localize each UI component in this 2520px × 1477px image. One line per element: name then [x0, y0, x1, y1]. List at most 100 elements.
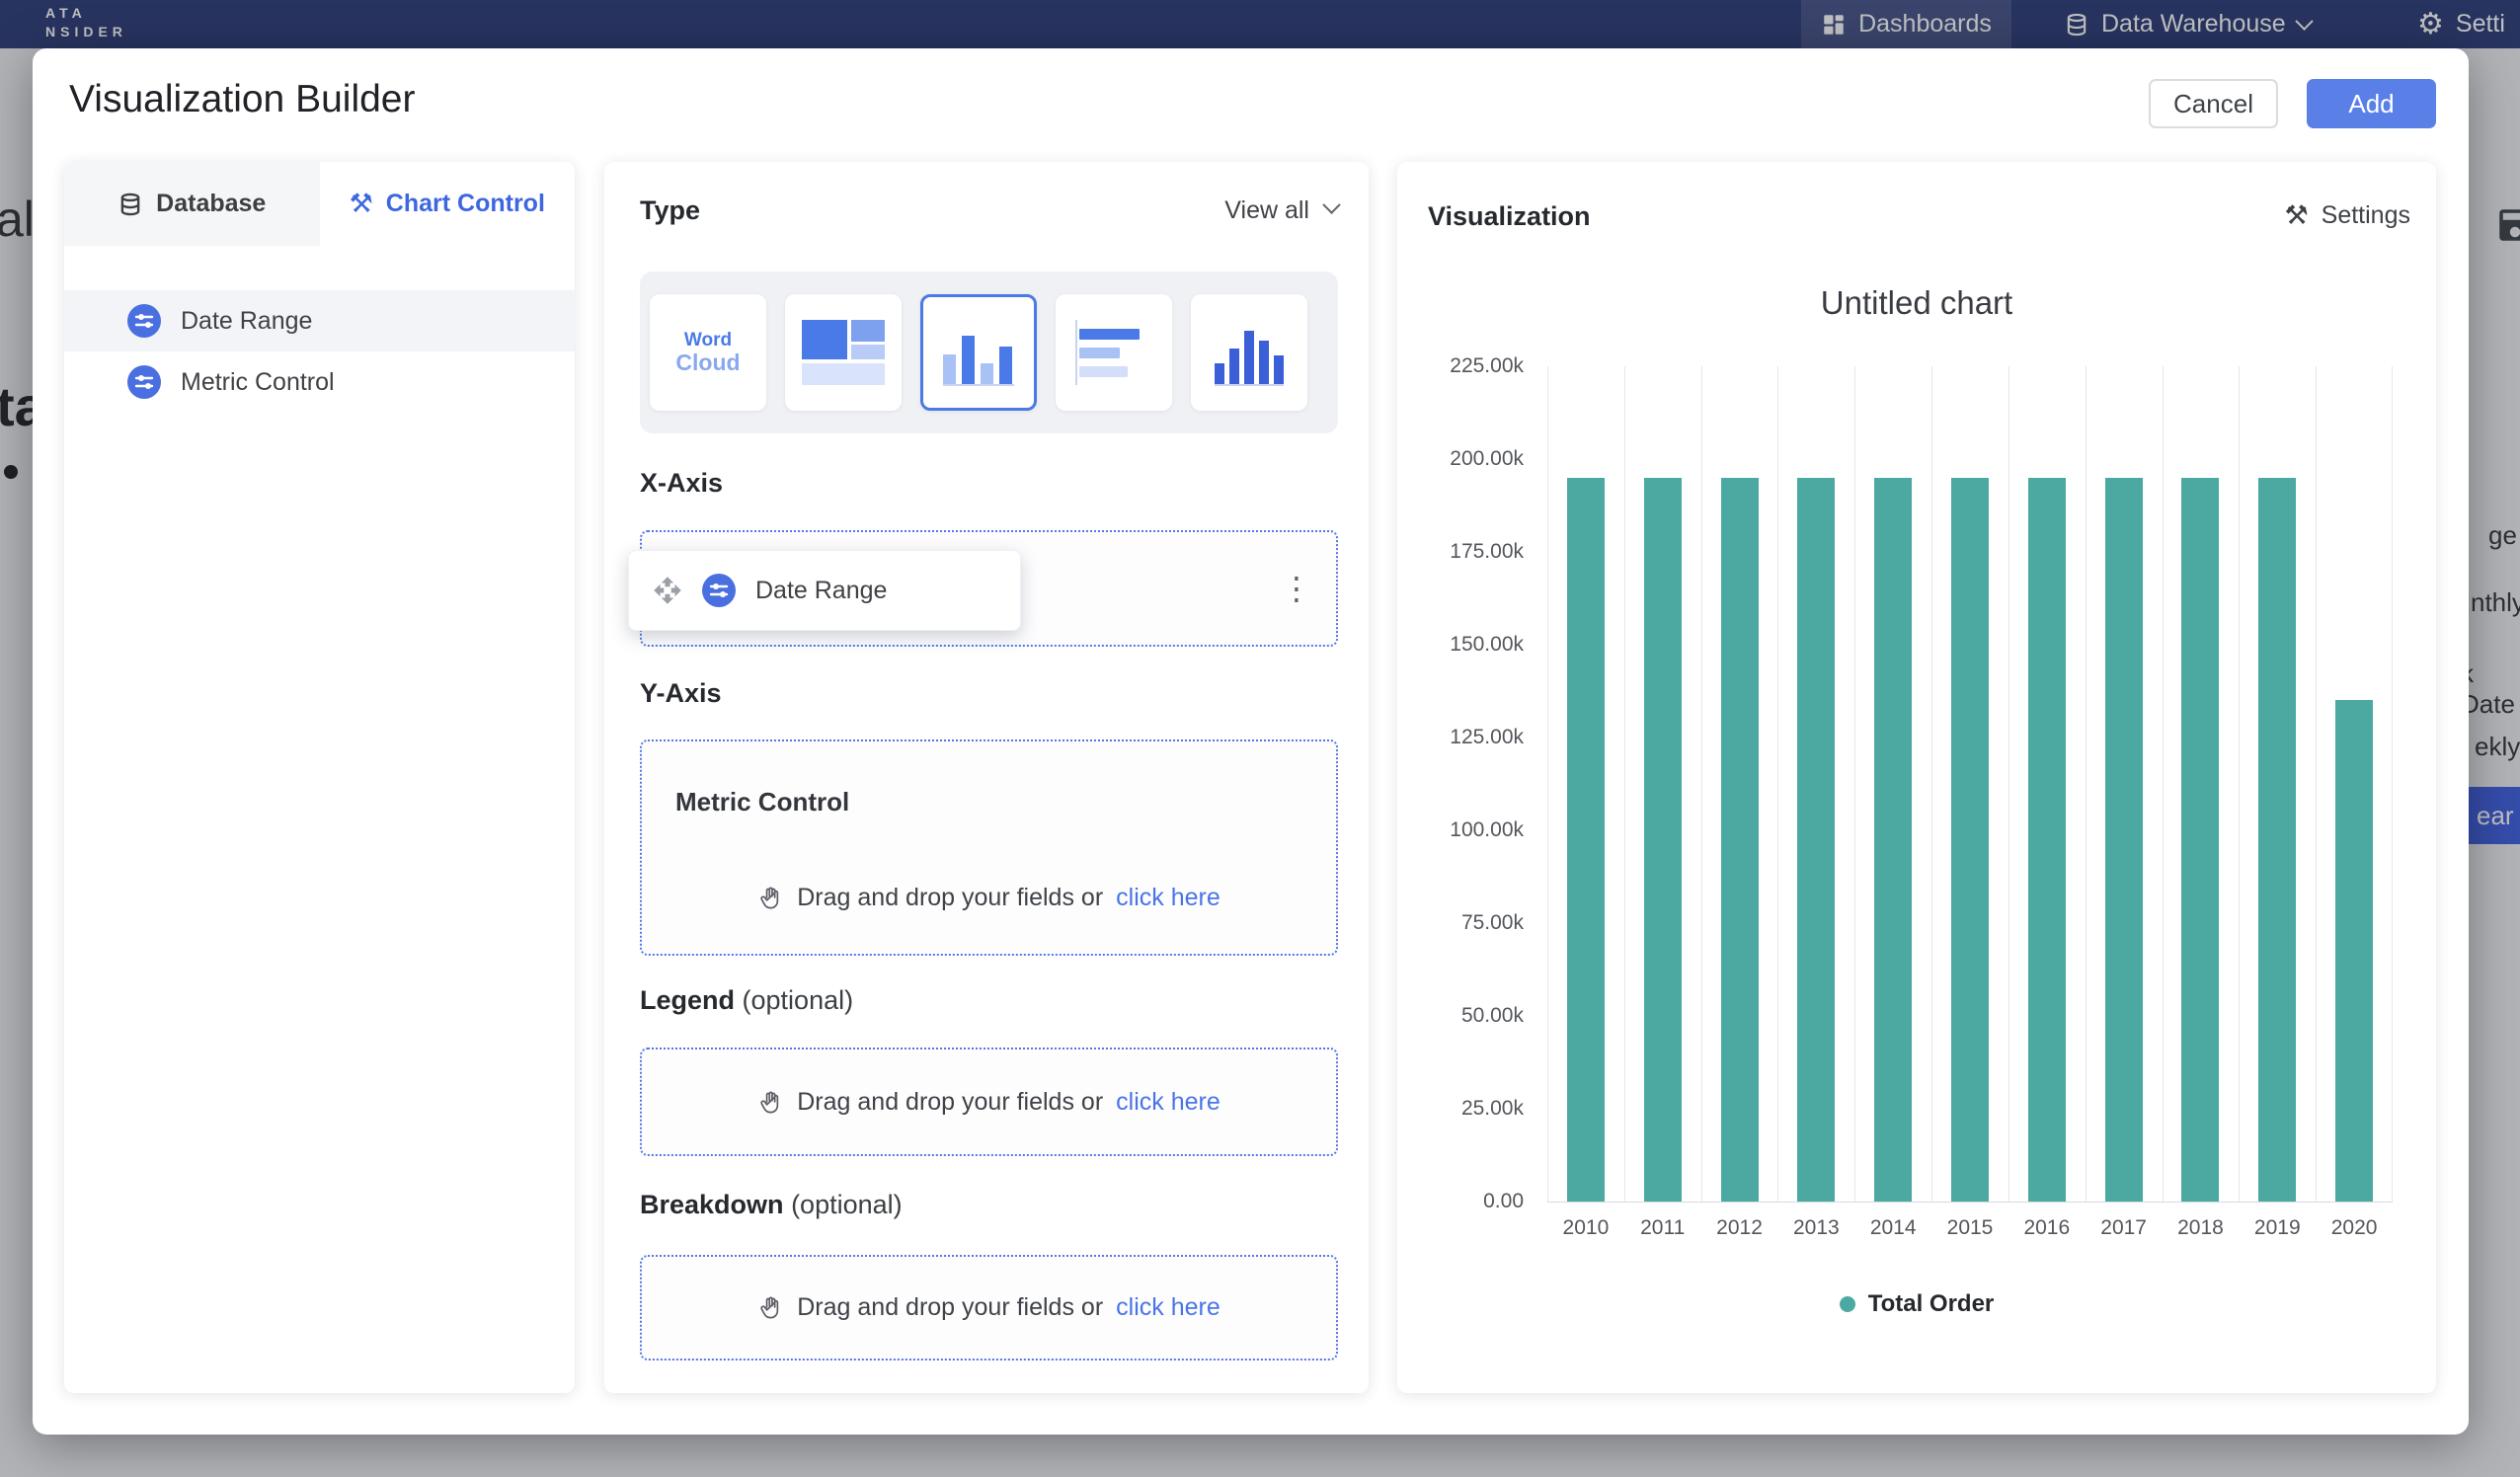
visualization-builder-modal: Visualization Builder Cancel Add Databas…	[33, 48, 2469, 1435]
placeholder-text: Drag and drop your fields or	[797, 1293, 1103, 1322]
field-item-label: Date Range	[181, 307, 312, 336]
view-all-dropdown[interactable]: View all	[1224, 196, 1338, 225]
y-tick: 50.00k	[1461, 1004, 1524, 1028]
click-here-link[interactable]: click here	[1116, 1293, 1221, 1322]
chart-type-treemap[interactable]	[785, 294, 902, 411]
bar-2011	[1644, 478, 1682, 1202]
x-tick: 2017	[2100, 1216, 2147, 1240]
bar-2012	[1721, 478, 1759, 1202]
horizontal-bar-icon	[1075, 320, 1152, 385]
add-button[interactable]: Add	[2307, 79, 2436, 128]
gridline	[2163, 366, 2164, 1202]
chart-settings-button[interactable]: ⚒ Settings	[2284, 201, 2410, 230]
y-axis-field-label: Metric Control	[675, 787, 849, 817]
more-options-icon[interactable]: ⋮	[1281, 573, 1312, 604]
cancel-button[interactable]: Cancel	[2149, 79, 2278, 128]
gridline	[2239, 366, 2240, 1202]
y-tick: 75.00k	[1461, 911, 1524, 935]
bar-2013	[1797, 478, 1835, 1202]
chart-type-word-cloud[interactable]: Word Cloud	[650, 294, 766, 411]
y-tick: 175.00k	[1450, 540, 1524, 564]
click-here-link[interactable]: click here	[1116, 1088, 1221, 1117]
x-tick: 2015	[1947, 1216, 1994, 1240]
chart-title: Untitled chart	[1397, 284, 2436, 322]
chart-type-bar-chart-selected[interactable]	[920, 294, 1037, 411]
chart-type-column-chart[interactable]	[1191, 294, 1307, 411]
y-tick: 225.00k	[1450, 354, 1524, 378]
drag-hand-icon	[757, 885, 784, 911]
breakdown-optional-text: (optional)	[791, 1190, 903, 1219]
modal-title: Visualization Builder	[69, 78, 416, 121]
legend-dot	[1840, 1296, 1855, 1312]
drag-hand-icon	[757, 1294, 784, 1321]
x-axis-section-label: X-Axis	[640, 468, 723, 499]
y-tick: 150.00k	[1450, 633, 1524, 657]
field-item-date-range[interactable]: Date Range	[64, 290, 575, 351]
fields-panel: Database ⚒ Chart Control Date Range Metr…	[64, 162, 575, 1393]
bar-2019	[2258, 478, 2296, 1202]
x-axis-dropzone[interactable]: Date Range ⋮	[640, 530, 1338, 647]
drop-placeholder: Drag and drop your fields or click here	[757, 1088, 1220, 1117]
x-tick: 2020	[2331, 1216, 2378, 1240]
word-cloud-icon: Word Cloud	[675, 331, 740, 374]
bar-2020	[2335, 700, 2373, 1202]
word-cloud-word: Cloud	[675, 350, 740, 374]
x-tick: 2010	[1563, 1216, 1610, 1240]
legend-optional-text: (optional)	[743, 985, 854, 1015]
visualization-header-label: Visualization	[1428, 201, 1591, 232]
gridline	[1777, 366, 1778, 1202]
database-icon	[118, 192, 143, 217]
placeholder-text: Drag and drop your fields or	[797, 1088, 1103, 1117]
chart-type-picker: Word Cloud	[640, 272, 1338, 433]
x-tick: 2012	[1716, 1216, 1763, 1240]
gridline	[2086, 366, 2087, 1202]
gridline	[1854, 366, 1855, 1202]
drag-hand-icon	[757, 1089, 784, 1116]
page: ATA NSIDER Dashboards Data Warehouse ⚙ S…	[0, 0, 2520, 1477]
type-section-label: Type	[640, 195, 700, 226]
field-item-label: Metric Control	[181, 368, 335, 397]
legend-section-label: Legend (optional)	[640, 985, 853, 1016]
gridline	[1547, 366, 1548, 1202]
view-all-label: View all	[1224, 196, 1309, 225]
chart-settings-label: Settings	[2322, 201, 2410, 230]
tab-chart-control[interactable]: ⚒ Chart Control	[320, 162, 576, 246]
bar-chart-icon	[943, 319, 1014, 386]
legend-dropzone[interactable]: Drag and drop your fields or click here	[640, 1048, 1338, 1156]
move-icon[interactable]	[653, 576, 682, 605]
bar-2015	[1951, 478, 1989, 1202]
chevron-down-icon	[1322, 195, 1340, 213]
bar-2017	[2105, 478, 2143, 1202]
fields-panel-tabs: Database ⚒ Chart Control	[64, 162, 575, 246]
bar-2018	[2181, 478, 2219, 1202]
control-icon	[127, 365, 161, 399]
date-range-chip[interactable]: Date Range	[628, 550, 1021, 631]
y-tick: 100.00k	[1450, 818, 1524, 842]
tools-icon: ⚒	[2284, 202, 2308, 229]
drop-placeholder: Drag and drop your fields or click here	[757, 1293, 1220, 1322]
chart-type-horizontal-bar[interactable]	[1056, 294, 1172, 411]
legend-label-text: Legend	[640, 985, 735, 1015]
tab-database[interactable]: Database	[64, 162, 320, 246]
chart-legend[interactable]: Total Order	[1397, 1290, 2436, 1318]
breakdown-label-text: Breakdown	[640, 1190, 784, 1219]
bar-2010	[1567, 478, 1605, 1202]
click-here-link[interactable]: click here	[1116, 884, 1221, 912]
legend-series-label: Total Order	[1868, 1290, 1995, 1318]
word-cloud-word: Word	[684, 331, 732, 350]
field-item-metric-control[interactable]: Metric Control	[64, 351, 575, 413]
placeholder-text: Drag and drop your fields or	[797, 884, 1103, 912]
y-axis-dropzone[interactable]: Metric Control Drag and drop your fields…	[640, 739, 1338, 956]
tab-chart-control-label: Chart Control	[386, 190, 545, 218]
y-axis-labels: 225.00k200.00k175.00k150.00k125.00k100.0…	[1397, 366, 1532, 1202]
breakdown-dropzone[interactable]: Drag and drop your fields or click here	[640, 1255, 1338, 1360]
x-tick: 2018	[2177, 1216, 2224, 1240]
bar-2014	[1874, 478, 1912, 1202]
gridline	[2316, 366, 2317, 1202]
y-tick: 125.00k	[1450, 726, 1524, 749]
chip-label: Date Range	[755, 577, 887, 605]
gridline	[2008, 366, 2009, 1202]
drop-placeholder: Drag and drop your fields or click here	[642, 884, 1336, 912]
x-tick: 2014	[1870, 1216, 1917, 1240]
x-tick: 2016	[2023, 1216, 2070, 1240]
